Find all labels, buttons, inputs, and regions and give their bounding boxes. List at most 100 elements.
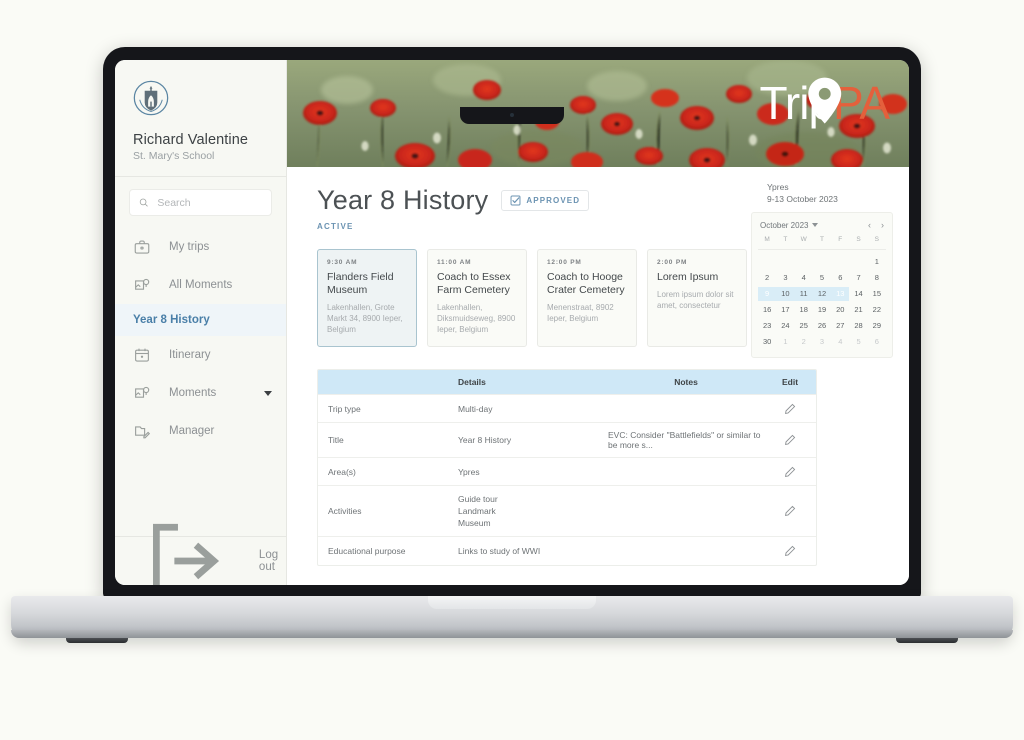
calendar-day[interactable]: 23 (758, 319, 776, 333)
laptop-foot-right (896, 638, 958, 643)
table-header-cell: Edit (781, 377, 799, 387)
calendar-icon (135, 348, 149, 362)
table-header-row: Details Notes Edit (318, 370, 816, 395)
calendar-grid: M T W T F S S 1 2 3 4 5 6 7 8 9 10 11 12… (758, 236, 886, 349)
status-badge-approved[interactable]: APPROVED (501, 190, 590, 211)
calendar-day-next-month[interactable]: 2 (795, 335, 813, 349)
card-title: Coach to Essex Farm Cemetery (437, 271, 511, 296)
day-of-week-label: M (764, 236, 770, 243)
calendar-day-next-month[interactable]: 6 (868, 335, 886, 349)
calendar-day[interactable]: 26 (813, 319, 831, 333)
row-edit-cell[interactable] (764, 427, 816, 453)
calendar-day[interactable]: 2 (758, 271, 776, 285)
calendar-day-range-start[interactable]: 9 (758, 287, 777, 301)
calendar-day[interactable]: 1 (868, 255, 886, 269)
table-header-cell: Notes (674, 377, 698, 387)
chevron-down-icon[interactable] (264, 390, 272, 396)
calendar-day[interactable]: 19 (813, 303, 831, 317)
calendar-day-range-end[interactable]: 13 (831, 287, 850, 301)
calendar-day[interactable]: 22 (868, 303, 886, 317)
calendar-day[interactable]: 5 (813, 271, 831, 285)
table-header-cell (318, 375, 458, 389)
calendar-day[interactable]: 3 (776, 271, 794, 285)
row-edit-cell[interactable] (764, 459, 816, 485)
calendar-day[interactable]: 30 (758, 335, 776, 349)
calendar-day[interactable]: 15 (868, 287, 886, 301)
calendar-day[interactable]: 16 (758, 303, 776, 317)
calendar-day[interactable]: 7 (849, 271, 867, 285)
calendar-day[interactable]: 12 (812, 287, 832, 301)
table-row: Trip type Multi-day (318, 395, 816, 423)
calendar-day-next-month[interactable]: 5 (849, 335, 867, 349)
itinerary-card[interactable]: 2:00 PM Lorem Ipsum Lorem ipsum dolor si… (647, 249, 747, 347)
calendar-day[interactable]: 4 (795, 271, 813, 285)
row-label: Title (328, 435, 344, 445)
calendar-day[interactable]: 14 (849, 287, 867, 301)
calendar-day[interactable]: 8 (868, 271, 886, 285)
row-details: Guide tour Landmark Museum (458, 494, 498, 528)
row-edit-cell[interactable] (764, 396, 816, 422)
pencil-icon[interactable] (784, 434, 796, 446)
sidebar-item-label: My trips (169, 241, 210, 253)
row-notes (608, 504, 764, 518)
row-notes (608, 544, 764, 558)
calendar-day[interactable]: 18 (795, 303, 813, 317)
sidebar-item-manager[interactable]: Manager (115, 412, 286, 450)
calendar-month-label[interactable]: October 2023 (760, 221, 808, 230)
calendar-day[interactable]: 20 (831, 303, 849, 317)
chevron-right-icon[interactable]: › (881, 220, 884, 230)
logout-button[interactable]: Log out (115, 523, 286, 585)
sidebar: Richard Valentine St. Mary's School Sear… (115, 60, 287, 585)
calendar-day[interactable]: 6 (831, 271, 849, 285)
row-details: Year 8 History (458, 435, 512, 445)
pencil-icon[interactable] (784, 505, 796, 517)
map-pin-icon (807, 77, 841, 124)
card-time: 12:00 PM (547, 259, 582, 266)
calendar-day-today[interactable]: 10 (776, 287, 795, 301)
row-edit-cell[interactable] (764, 538, 816, 564)
sidebar-item-all-moments[interactable]: All Moments (115, 266, 286, 304)
itinerary-card[interactable]: 11:00 AM Coach to Essex Farm Cemetery La… (427, 249, 527, 347)
calendar-divider (758, 249, 886, 250)
scene: Richard Valentine St. Mary's School Sear… (0, 0, 1024, 740)
laptop-base (11, 596, 1013, 638)
row-notes: EVC: Consider "Battlefields" or similar … (608, 430, 761, 450)
calendar-day[interactable]: 17 (776, 303, 794, 317)
table-row: Title Year 8 History EVC: Consider "Batt… (318, 423, 816, 458)
chevron-left-icon[interactable]: ‹ (868, 220, 871, 230)
calendar-day[interactable]: 24 (776, 319, 794, 333)
screen-notch (460, 107, 564, 124)
calendar-day[interactable]: 25 (795, 319, 813, 333)
calendar-day[interactable]: 28 (849, 319, 867, 333)
calendar-day[interactable]: 27 (831, 319, 849, 333)
calendar-panel: Ypres 9-13 October 2023 October 2023 ‹ › (751, 181, 893, 358)
pencil-icon[interactable] (784, 403, 796, 415)
logout-label: Log out (258, 549, 279, 573)
calendar-day-next-month[interactable]: 3 (813, 335, 831, 349)
row-edit-cell[interactable] (764, 498, 816, 524)
sidebar-item-moments[interactable]: Moments (115, 374, 286, 412)
calendar-day-next-month[interactable]: 4 (831, 335, 849, 349)
calendar-day (813, 255, 831, 269)
itinerary-card[interactable]: 12:00 PM Coach to Hooge Crater Cemetery … (537, 249, 637, 347)
main-content: Trip PA Year 8 History APPROVED ACTIVE 9… (287, 60, 909, 585)
day-of-week-label: F (838, 236, 843, 243)
sidebar-item-itinerary[interactable]: Itinerary (115, 336, 286, 374)
sidebar-section-year-8-history[interactable]: Year 8 History (115, 304, 286, 336)
pencil-icon[interactable] (784, 545, 796, 557)
pencil-icon[interactable] (784, 466, 796, 478)
table-header-cell: Details (458, 377, 486, 387)
calendar-day[interactable]: 29 (868, 319, 886, 333)
table-row: Educational purpose Links to study of WW… (318, 537, 816, 565)
card-time: 11:00 AM (437, 259, 472, 266)
chevron-down-icon[interactable] (812, 223, 819, 227)
itinerary-card[interactable]: 9:30 AM Flanders Field Museum Lakenhalle… (317, 249, 417, 347)
calendar-day[interactable]: 21 (849, 303, 867, 317)
calendar-day[interactable]: 11 (794, 287, 813, 301)
photo-pin-icon (135, 386, 150, 398)
search-box[interactable] (129, 189, 272, 216)
sidebar-item-my-trips[interactable]: My trips (115, 228, 286, 266)
calendar-day-next-month[interactable]: 1 (776, 335, 794, 349)
row-label: Area(s) (328, 466, 356, 477)
search-input[interactable] (157, 196, 262, 209)
